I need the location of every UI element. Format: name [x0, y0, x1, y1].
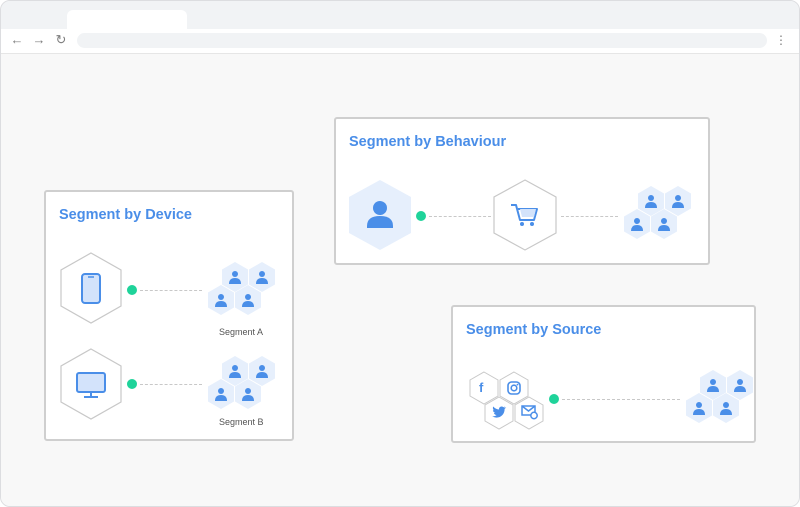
- device-card: Segment by Device Segment A Segment B: [44, 190, 294, 441]
- device-a-connector-line: [140, 290, 202, 291]
- browser-toolbar: ← → ↻ ⋮: [1, 29, 799, 54]
- source-connector-dot: [549, 394, 559, 404]
- segment-b-label: Segment B: [219, 417, 264, 427]
- source-card: Segment by Source f: [451, 305, 756, 443]
- device-card-title: Segment by Device: [59, 207, 192, 223]
- user-icon: [349, 180, 411, 250]
- behaviour-card: Segment by Behaviour: [334, 117, 710, 265]
- facebook-icon: f: [479, 380, 484, 395]
- behaviour-card-title: Segment by Behaviour: [349, 134, 507, 150]
- segment-a-label: Segment A: [219, 327, 264, 337]
- browser-tab[interactable]: [67, 10, 187, 29]
- browser-titlebar: [1, 1, 799, 29]
- device-b-connector-dot: [127, 379, 137, 389]
- source-card-title: Segment by Source: [466, 322, 602, 338]
- page-content: Segment by Device Segment A Segment B Se…: [1, 54, 799, 506]
- device-b-connector-line: [140, 384, 202, 385]
- email-icon: [521, 405, 538, 420]
- source-connector-line: [562, 399, 680, 400]
- instagram-icon: [507, 381, 521, 395]
- behaviour-connector-line-1: [429, 216, 491, 217]
- behaviour-connector-dot: [416, 211, 426, 221]
- monitor-icon: [60, 348, 122, 420]
- smartphone-icon: [60, 252, 122, 324]
- reload-icon[interactable]: ↻: [53, 32, 69, 48]
- device-a-connector-dot: [127, 285, 137, 295]
- audience-segment-icon: [208, 356, 275, 409]
- behaviour-connector-line-2: [561, 216, 618, 217]
- twitter-icon: [492, 406, 507, 418]
- browser-window: ← → ↻ ⋮ Segment by Device Segment A Segm…: [0, 0, 800, 507]
- forward-icon[interactable]: →: [31, 32, 47, 48]
- audience-segment-icon: [624, 186, 691, 239]
- audience-segment-icon: [208, 262, 275, 315]
- shopping-cart-icon: [493, 179, 557, 251]
- more-vertical-icon[interactable]: ⋮: [775, 32, 787, 48]
- address-bar[interactable]: [77, 33, 767, 48]
- audience-segment-icon: [686, 370, 753, 423]
- back-icon[interactable]: ←: [9, 32, 25, 48]
